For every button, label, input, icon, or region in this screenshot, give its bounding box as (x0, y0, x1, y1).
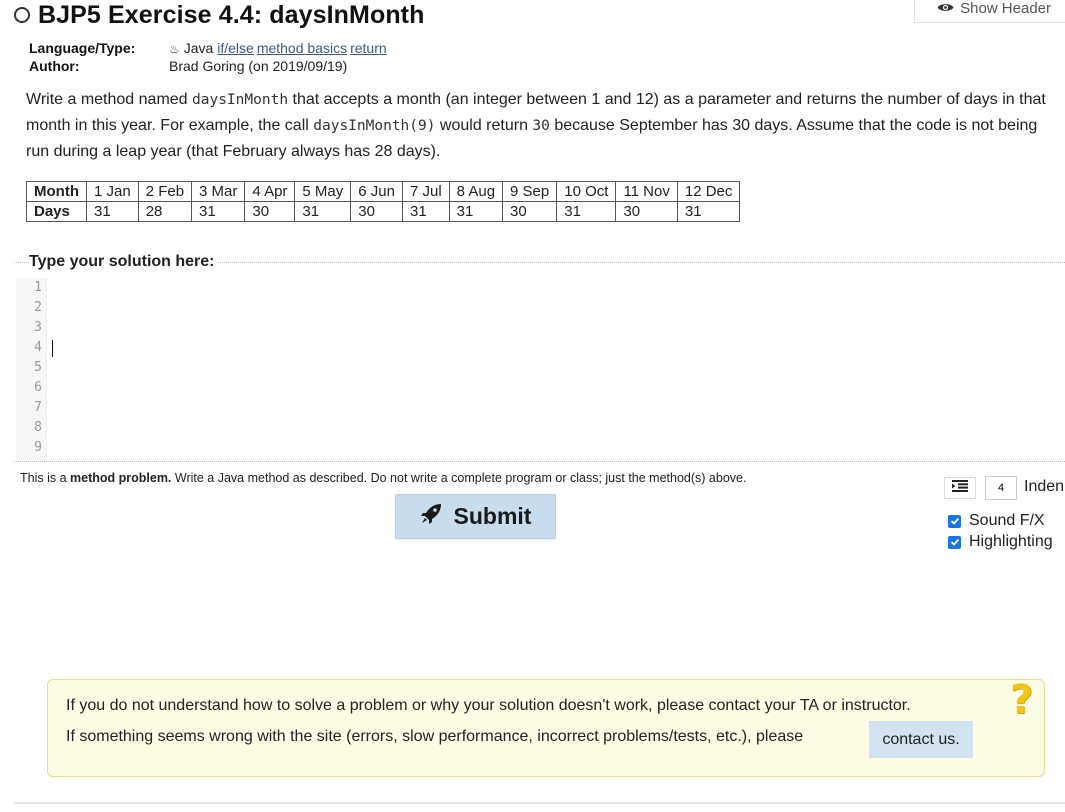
table-cell: 30 (350, 201, 403, 222)
line-number: 8 (34, 420, 42, 435)
line-number: 5 (34, 360, 42, 375)
table-cell: 30 (502, 201, 558, 222)
line-number: 1 (34, 280, 42, 295)
indent-label: Inden (1024, 478, 1065, 495)
indent-size-input[interactable] (985, 476, 1017, 500)
table-cell: 8 Aug (448, 181, 504, 202)
line-number-gutter: 1 2 3 4 5 6 7 8 9 (16, 278, 47, 460)
submit-label: Submit (453, 503, 532, 529)
problem-description: Write a method named daysInMonth that ac… (26, 87, 1056, 165)
table-cell: 28 (137, 201, 193, 222)
indent-icon (952, 479, 968, 497)
note-text: This is a (20, 471, 71, 485)
checkbox-checked-icon[interactable] (948, 535, 961, 549)
table-cell: 7 Jul (401, 181, 450, 202)
table-cell: 31 (294, 201, 352, 222)
table-cell: 30 (615, 201, 678, 222)
table-cell: 3 Mar (191, 181, 246, 202)
page-title: BJP5 Exercise 4.4: daysInMonth (38, 0, 425, 29)
text-caret (52, 340, 53, 357)
help-text-line2: If something seems wrong with the site (… (66, 728, 804, 745)
help-text-line1: If you do not understand how to solve a … (66, 697, 911, 714)
title-row: BJP5 Exercise 4.4: daysInMonth (14, 0, 424, 30)
code-editor[interactable] (48, 278, 1063, 460)
line-number: 4 (34, 340, 42, 355)
line-number: 7 (34, 400, 42, 415)
indent-button[interactable] (944, 477, 976, 499)
submit-button[interactable]: Submit (395, 494, 556, 539)
table-header-days: Days (26, 201, 87, 222)
desc-text: would return (435, 117, 533, 134)
table-cell: 12 Dec (676, 181, 741, 202)
java-cup-icon: ♨ (169, 42, 180, 56)
note-text: Write a Java method as described. Do not… (171, 471, 747, 485)
line-number: 6 (34, 380, 42, 395)
line-number: 3 (34, 320, 42, 335)
eye-icon (937, 0, 954, 17)
table-cell: 31 (448, 201, 504, 222)
desc-text: Write a method named (26, 91, 193, 108)
table-cell: 31 (676, 201, 741, 222)
author-label: Author: (29, 58, 80, 74)
table-cell: 31 (191, 201, 246, 222)
bottom-divider (14, 802, 1065, 804)
author-value: Brad Goring (on 2019/09/19) (169, 58, 348, 74)
note-bold: method problem. (70, 471, 172, 485)
table-row-days: Days 31 28 31 30 31 30 31 31 30 31 30 31 (26, 201, 741, 222)
desc-code: daysInMonth (192, 92, 289, 108)
language-type-value: ♨ Java if/else method basics return (169, 39, 390, 58)
question-mark-icon: ? (1010, 677, 1034, 723)
highlighting-label: Highlighting (969, 533, 1053, 550)
line-number: 9 (34, 440, 42, 455)
table-cell: 31 (556, 201, 617, 222)
table-cell: 2 Feb (137, 181, 193, 202)
tag-link-method-basics[interactable]: method basics (257, 40, 347, 56)
table-row-months: Month 1 Jan 2 Feb 3 Mar 4 Apr 5 May 6 Ju… (26, 181, 741, 202)
checkbox-checked-icon[interactable] (948, 514, 961, 528)
solution-legend: Type your solution here: (29, 253, 217, 271)
table-cell: 5 May (294, 181, 352, 202)
desc-code: daysInMonth(9) (313, 118, 436, 134)
tag-link-ifelse[interactable]: if/else (217, 40, 254, 56)
tag-link-return[interactable]: return (350, 40, 387, 56)
table-cell: 31 (401, 201, 450, 222)
method-problem-note: This is a method problem. Write a Java m… (20, 471, 746, 485)
table-cell: 4 Apr (244, 181, 296, 202)
table-cell: 6 Jun (350, 181, 403, 202)
table-cell: 9 Sep (502, 181, 558, 202)
table-cell: 30 (244, 201, 296, 222)
sound-fx-label: Sound F/X (969, 512, 1045, 529)
line-number: 2 (34, 300, 42, 315)
table-cell: 31 (85, 201, 139, 222)
status-circle-icon (14, 7, 30, 23)
language-name: Java (183, 40, 214, 56)
contact-us-button[interactable]: contact us. (869, 721, 973, 758)
show-header-button[interactable]: Show Header (914, 0, 1065, 23)
rocket-icon (420, 503, 442, 531)
table-cell: 1 Jan (85, 181, 139, 202)
table-cell: 10 Oct (556, 181, 617, 202)
table-cell: 11 Nov (615, 181, 678, 202)
sound-fx-toggle[interactable]: Sound F/X (948, 512, 1045, 530)
table-header-month: Month (26, 181, 87, 202)
days-in-month-table: Month 1 Jan 2 Feb 3 Mar 4 Apr 5 May 6 Ju… (26, 181, 741, 222)
highlighting-toggle[interactable]: Highlighting (948, 533, 1053, 551)
desc-code: 30 (532, 118, 550, 134)
language-type-label: Language/Type: (29, 40, 136, 56)
show-header-label: Show Header (960, 0, 1051, 17)
